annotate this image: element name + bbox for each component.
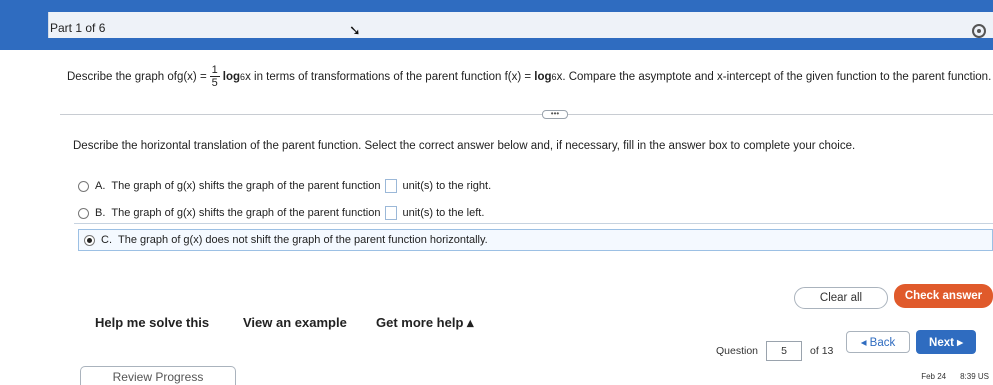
view-example-link[interactable]: View an example — [243, 315, 347, 330]
radio-b[interactable] — [78, 207, 89, 219]
system-taskbar: Feb 24 8:39 US — [921, 372, 993, 381]
expand-dots-button[interactable]: ••• — [542, 110, 568, 119]
part-bar — [48, 12, 993, 38]
check-answer-button[interactable]: Check answer — [894, 284, 993, 308]
question-number-input[interactable]: 5 — [766, 341, 803, 361]
answer-box-b[interactable] — [385, 206, 398, 220]
back-button[interactable]: ◂ Back — [846, 331, 910, 353]
radio-a[interactable] — [78, 180, 89, 192]
taskbar-date: Feb 24 — [921, 372, 947, 381]
question-text: Describe the graph of g(x) = 1 5 log 6 x… — [67, 64, 992, 89]
section-divider — [60, 114, 993, 115]
taskbar-time: 8:39 US — [960, 372, 989, 381]
option-a[interactable]: A. The graph of g(x) shifts the graph of… — [78, 179, 491, 193]
get-more-help-link[interactable]: Get more help ▴ — [376, 315, 474, 331]
help-me-solve-link[interactable]: Help me solve this — [95, 315, 209, 330]
part-indicator: Part 1 of 6 — [50, 21, 106, 35]
answer-box-a[interactable] — [385, 179, 398, 193]
fraction: 1 5 — [209, 64, 220, 89]
radio-c-selected[interactable] — [84, 234, 95, 246]
mouse-cursor-icon: ➘ — [349, 22, 361, 38]
option-b[interactable]: B. The graph of g(x) shifts the graph of… — [78, 206, 484, 220]
review-progress-tab[interactable]: Review Progress — [80, 366, 236, 385]
option-c[interactable]: C. The graph of g(x) does not shift the … — [84, 234, 488, 246]
instruction-text: Describe the horizontal translation of t… — [73, 140, 856, 152]
question-navigator: Question 5 of 13 — [716, 341, 833, 361]
clear-all-button[interactable]: Clear all — [794, 287, 888, 309]
settings-gear-icon[interactable] — [972, 24, 986, 38]
next-button[interactable]: Next ▸ — [916, 330, 976, 354]
